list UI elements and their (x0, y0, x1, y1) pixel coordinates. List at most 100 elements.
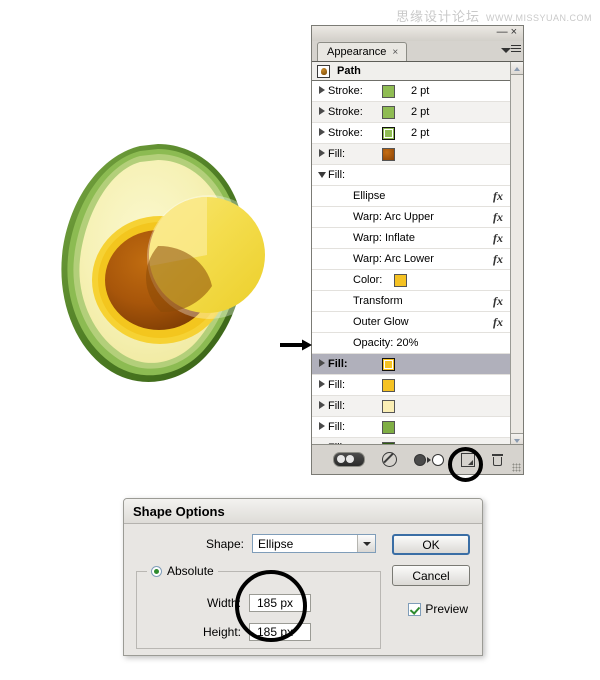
reduce-to-basic-appearance-icon[interactable] (413, 453, 444, 466)
fill-color-swatch[interactable] (382, 378, 395, 392)
stroke-color-swatch[interactable] (382, 126, 395, 140)
appearance-panel[interactable]: —× Appearance × Path Stroke: 2 pt Stroke… (311, 25, 524, 475)
watermark-chinese-text: 思缘设计论坛 (395, 10, 480, 25)
absolute-label: Absolute (167, 564, 214, 578)
row-label: Fill: (328, 358, 348, 370)
subrow-label: Opacity: 20% (353, 337, 419, 349)
fill-color-swatch[interactable] (382, 357, 395, 371)
clear-appearance-icon[interactable] (381, 452, 397, 467)
disclosure-triangle-icon[interactable] (316, 169, 328, 181)
panel-titlebar[interactable]: —× (312, 26, 523, 41)
appearance-subrow-outer-glow[interactable]: Outer Glow fx (312, 312, 510, 333)
arrow-pointing-to-selected-fill (280, 339, 312, 351)
appearance-row-fill-selected[interactable]: Fill: (312, 354, 510, 375)
disclosure-triangle-icon[interactable] (316, 421, 328, 433)
row-label: Fill: (328, 400, 346, 412)
path-thumbnail-icon (317, 64, 330, 78)
fx-icon[interactable]: fx (493, 231, 503, 246)
minimize-icon[interactable]: — (497, 26, 511, 38)
shape-select[interactable]: Ellipse (252, 534, 376, 553)
subrow-label: Warp: Arc Lower (353, 253, 434, 265)
appearance-subrow-ellipse[interactable]: Ellipse fx (312, 186, 510, 207)
toggle-visibility-pill-icon[interactable] (332, 452, 365, 467)
shape-options-dialog[interactable]: Shape Options Shape: Ellipse Absolute Wi… (123, 498, 483, 656)
target-path-row[interactable]: Path (312, 62, 510, 81)
fill-color-swatch[interactable] (382, 147, 395, 161)
absolute-legend[interactable]: Absolute (147, 564, 218, 578)
disclosure-triangle-icon[interactable] (316, 127, 328, 139)
shape-select-value: Ellipse (258, 536, 294, 551)
appearance-row-list: Path Stroke: 2 pt Stroke: 2 pt Stroke: 2… (312, 62, 510, 446)
watermark-url-text: WWW.MISSYUAN.COM (486, 13, 592, 23)
preview-checkbox[interactable] (408, 602, 422, 616)
panel-scrollbar[interactable] (510, 62, 523, 446)
disclosure-triangle-icon[interactable] (316, 358, 328, 370)
disclosure-triangle-icon[interactable] (316, 85, 328, 97)
tab-close-icon[interactable]: × (392, 47, 398, 58)
avocado-half-illustration (61, 144, 271, 382)
fill-color-swatch[interactable] (382, 420, 395, 434)
stroke-color-swatch[interactable] (382, 105, 395, 119)
subrow-label: Transform (353, 295, 403, 307)
stroke-color-swatch[interactable] (382, 84, 395, 98)
appearance-row-stroke-3[interactable]: Stroke: 2 pt (312, 123, 510, 144)
row-value[interactable]: 2 pt (411, 127, 429, 139)
color-swatch[interactable] (394, 273, 408, 287)
appearance-row-stroke-2[interactable]: Stroke: 2 pt (312, 102, 510, 123)
tab-appearance-label: Appearance (327, 46, 387, 58)
ok-button[interactable]: OK (392, 534, 470, 555)
cancel-button-label: Cancel (412, 568, 450, 583)
fill-color-swatch[interactable] (382, 399, 395, 413)
absolute-radio[interactable] (151, 565, 162, 577)
row-label: Fill: (328, 169, 346, 181)
tab-appearance[interactable]: Appearance × (317, 42, 408, 61)
panel-window-controls[interactable]: —× (497, 25, 520, 39)
shape-field-label: Shape: (205, 536, 244, 551)
row-value[interactable]: 2 pt (411, 85, 429, 97)
close-icon[interactable]: × (511, 26, 520, 38)
fx-icon[interactable]: fx (493, 189, 503, 204)
panel-tab-row[interactable]: Appearance × (312, 41, 523, 62)
fx-icon[interactable]: fx (493, 315, 503, 330)
disclosure-triangle-icon[interactable] (316, 379, 328, 391)
row-label: Stroke: (328, 106, 363, 118)
panel-resize-grip[interactable] (512, 463, 521, 472)
fx-icon[interactable]: fx (493, 294, 503, 309)
row-label: Stroke: (328, 127, 363, 139)
panel-menu-button[interactable] (501, 44, 521, 58)
ok-button-label: OK (422, 537, 440, 552)
appearance-row-fill-expanded[interactable]: Fill: (312, 165, 510, 186)
delete-item-icon[interactable] (491, 453, 503, 466)
appearance-subrow-warp-arc-lower[interactable]: Warp: Arc Lower fx (312, 249, 510, 270)
scroll-up-button[interactable] (511, 62, 523, 75)
subrow-label: Outer Glow (353, 316, 409, 328)
appearance-subrow-warp-inflate[interactable]: Warp: Inflate fx (312, 228, 510, 249)
disclosure-triangle-icon[interactable] (316, 400, 328, 412)
chevron-down-icon[interactable] (357, 535, 375, 552)
height-field-label: Height: (202, 625, 241, 639)
disclosure-triangle-icon[interactable] (316, 106, 328, 118)
fx-icon[interactable]: fx (493, 252, 503, 267)
dialog-title-label: Shape Options (133, 503, 225, 519)
appearance-subrow-opacity[interactable]: Opacity: 20% (312, 333, 510, 354)
panel-footer-toolbar[interactable] (312, 444, 523, 474)
row-value[interactable]: 2 pt (411, 106, 429, 118)
appearance-row-fill-yellow[interactable]: Fill: (312, 375, 510, 396)
preview-checkbox-row[interactable]: Preview (408, 602, 468, 616)
subrow-label: Warp: Arc Upper (353, 211, 434, 223)
row-label: Fill: (328, 148, 346, 160)
appearance-row-fill-lightgreen[interactable]: Fill: (312, 417, 510, 438)
appearance-row-fill-cream[interactable]: Fill: (312, 396, 510, 417)
circle-highlight-width-height-fields (235, 570, 307, 642)
appearance-subrow-warp-arc-upper[interactable]: Warp: Arc Upper fx (312, 207, 510, 228)
disclosure-triangle-icon[interactable] (316, 148, 328, 160)
appearance-subrow-color[interactable]: Color: (312, 270, 510, 291)
appearance-row-stroke-1[interactable]: Stroke: 2 pt (312, 81, 510, 102)
appearance-subrow-transform[interactable]: Transform fx (312, 291, 510, 312)
row-label: Fill: (328, 421, 346, 433)
panel-body: Path Stroke: 2 pt Stroke: 2 pt Stroke: 2… (312, 62, 523, 446)
cancel-button[interactable]: Cancel (392, 565, 470, 586)
appearance-row-fill-brown[interactable]: Fill: (312, 144, 510, 165)
fx-icon[interactable]: fx (493, 210, 503, 225)
subrow-label: Warp: Inflate (353, 232, 415, 244)
